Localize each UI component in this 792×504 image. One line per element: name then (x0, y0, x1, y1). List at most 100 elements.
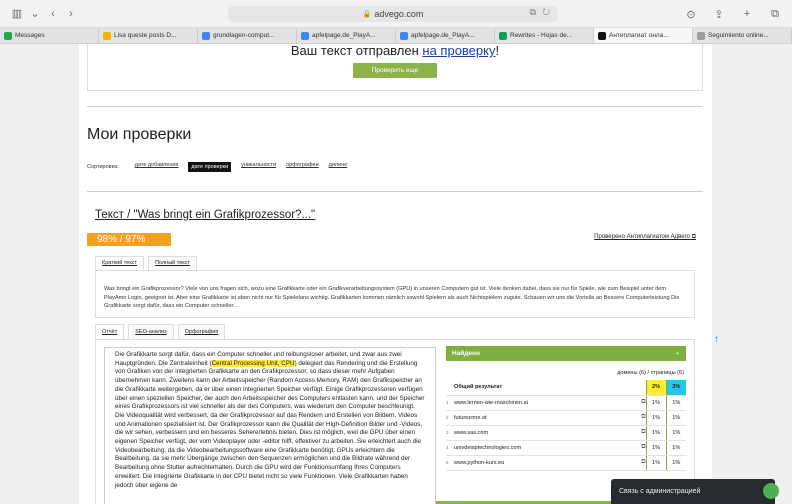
chat-widget[interactable]: Связь с администрацией (611, 479, 779, 504)
table-row[interactable]: 4 univdeisptechnologies.com ⧉ 1% 1% (446, 440, 686, 456)
external-link-icon[interactable]: ⧉ (632, 455, 646, 471)
scroll-up-icon[interactable]: ↑ (714, 334, 719, 345)
found-header[interactable]: Найдено ⌄ (446, 346, 686, 361)
tab-label: Seguimiento online... (708, 32, 769, 39)
checked-by-link[interactable]: Проверено Антиплагиатом Адвего ⧉ (594, 234, 696, 241)
row-v2: 1% (666, 410, 686, 426)
row-v2: 1% (666, 440, 686, 456)
favicon-icon (499, 31, 507, 40)
total-row: Общий результат 2% 3% (446, 380, 686, 396)
tab-overview-icon[interactable]: ⧉ (766, 5, 784, 23)
check-again-button[interactable]: Проверить еще (353, 63, 437, 78)
main-column: Ваш текст отправлен на проверку! Провери… (79, 44, 712, 504)
row-name[interactable]: univdeisptechnologies.com (454, 440, 632, 456)
favicon-icon (4, 31, 12, 40)
tab-7[interactable]: Антиплагиат онла... (594, 28, 693, 43)
tab-report[interactable]: Отчёт (95, 324, 125, 340)
domain-count: домены (6) / страницы (6) (617, 370, 684, 376)
tab-seo[interactable]: SEO-анализ (128, 324, 174, 340)
sort-option[interactable]: дате добавления (135, 162, 179, 172)
favicon-icon (400, 31, 408, 40)
to-check-link[interactable]: на проверку (422, 44, 495, 58)
tab-3[interactable]: grundlagen-comput... (198, 28, 297, 43)
external-link-icon: ⧉ (691, 234, 696, 240)
external-link-icon[interactable]: ⧉ (632, 440, 646, 456)
tab-6[interactable]: Rewrites - Hojas de... (495, 28, 594, 43)
found-table: Общий результат 2% 3% 1 www.lernen-wie-ma… (446, 380, 686, 471)
chevron-down-icon[interactable]: ⌄ (26, 5, 44, 23)
favicon-icon (202, 31, 210, 40)
table-row[interactable]: 3 www.sas.com ⧉ 1% 1% (446, 425, 686, 441)
tab-label: grundlagen-comput... (213, 32, 275, 39)
lock-icon: 🔒 (362, 11, 372, 18)
tab-label: apfelpage.de_PlayA... (411, 32, 475, 39)
chat-status-icon (763, 483, 779, 499)
row-v1: 1% (645, 395, 667, 411)
row-name[interactable]: www.sas.com (454, 425, 632, 441)
sort-options: дате добавления дате проверки уникальности… (135, 162, 358, 172)
tab-spelling[interactable]: Орфография (177, 324, 226, 340)
tab-label: Rewrites - Hojas de... (510, 32, 573, 39)
tab-label: apfelpage.de_PlayA... (312, 32, 376, 39)
row-name[interactable]: futurezone.at (454, 410, 632, 426)
text-highlight: Central Processing Unit, CPU (211, 359, 295, 367)
row-v2: 1% (666, 455, 686, 471)
sort-option[interactable]: дате проверки (188, 162, 232, 172)
row-v2: 1% (666, 425, 686, 441)
tab-bar: Messages Lisa queste posts D... grundlagen… (0, 28, 792, 44)
sent-title: Ваш текст отправлен на проверку! (88, 44, 702, 58)
row-name[interactable]: www.python-kurs.eu (454, 455, 632, 471)
download-icon[interactable]: ⊙ (682, 5, 700, 23)
report-frame: Die Grafikkarte sorgt dafür, dass ein Co… (95, 339, 695, 504)
tab-1[interactable]: Messages (0, 28, 99, 43)
row-v2: 1% (666, 395, 686, 411)
favicon-icon (103, 31, 111, 40)
sent-suffix: ! (495, 44, 500, 58)
tab-2[interactable]: Lisa queste posts D... (99, 28, 198, 43)
browser-toolbar: ▥ ⌄ ‹ › G ◐ 🔒 advego.com ⧉ ↻ ⊙ ⇪ + ⧉ (0, 0, 792, 28)
text-tabs: Краткий текст Полный текст (95, 256, 201, 270)
tab-full-text[interactable]: Полный текст (148, 256, 198, 270)
page-content: Ваш текст отправлен на проверку! Провери… (0, 44, 792, 504)
sort-option[interactable]: дилине (329, 162, 348, 172)
tab-short-text[interactable]: Краткий текст (95, 256, 145, 270)
forward-icon[interactable]: › (62, 5, 80, 23)
url-text: advego.com (374, 9, 424, 19)
new-tab-icon[interactable]: + (738, 5, 756, 23)
row-v1: 1% (645, 455, 667, 471)
sort-bar: Сортировка: дате добавления дате проверки… (87, 162, 357, 172)
row-n: 3 (446, 425, 454, 441)
row-n: 2 (446, 410, 454, 426)
table-row[interactable]: 1 www.lernen-wie-maschinen.ai ⧉ 1% 1% (446, 395, 686, 411)
sort-option[interactable]: орфографии (286, 162, 319, 172)
sidebar-icon[interactable]: ▥ (8, 5, 26, 23)
tab-label: Антиплагиат онла... (609, 32, 669, 39)
row-name[interactable]: www.lernen-wie-maschinen.ai (454, 395, 632, 411)
address-bar[interactable]: 🔒 advego.com ⧉ ↻ (228, 6, 558, 22)
result-title[interactable]: Текст / "Was bringt ein Grafikprozessor?… (95, 209, 315, 221)
tab-4[interactable]: apfelpage.de_PlayA... (297, 28, 396, 43)
reader-icon[interactable]: ⧉ ↻ (529, 7, 552, 18)
table-row[interactable]: 5 www.python-kurs.eu ⧉ 1% 1% (446, 455, 686, 471)
tab-5[interactable]: apfelpage.de_PlayA... (396, 28, 495, 43)
share-icon[interactable]: ⇪ (710, 5, 728, 23)
tab-8[interactable]: Seguimiento online... (693, 28, 792, 43)
external-link-icon[interactable]: ⧉ (632, 410, 646, 426)
sort-option[interactable]: уникальности (241, 162, 276, 172)
favicon-icon (598, 31, 606, 40)
total-value-2: 3% (666, 380, 686, 396)
row-n: 1 (446, 395, 454, 411)
tab-label: Lisa queste posts D... (114, 32, 177, 39)
external-link-icon[interactable]: ⧉ (632, 425, 646, 441)
external-link-icon[interactable]: ⧉ (632, 395, 646, 411)
row-v1: 1% (645, 425, 667, 441)
divider (87, 106, 703, 107)
favicon-icon (697, 31, 705, 40)
table-row[interactable]: 2 futurezone.at ⧉ 1% 1% (446, 410, 686, 426)
sort-label: Сортировка: (87, 164, 119, 170)
row-n: 5 (446, 455, 454, 471)
checked-text[interactable]: Die Grafikkarte sorgt dafür, dass ein Co… (104, 347, 436, 504)
chevron-down-icon: ⌄ (674, 350, 680, 356)
back-icon[interactable]: ‹ (44, 5, 62, 23)
short-text: Was bringt ein Grafikprozessor? Viele vo… (95, 270, 695, 318)
